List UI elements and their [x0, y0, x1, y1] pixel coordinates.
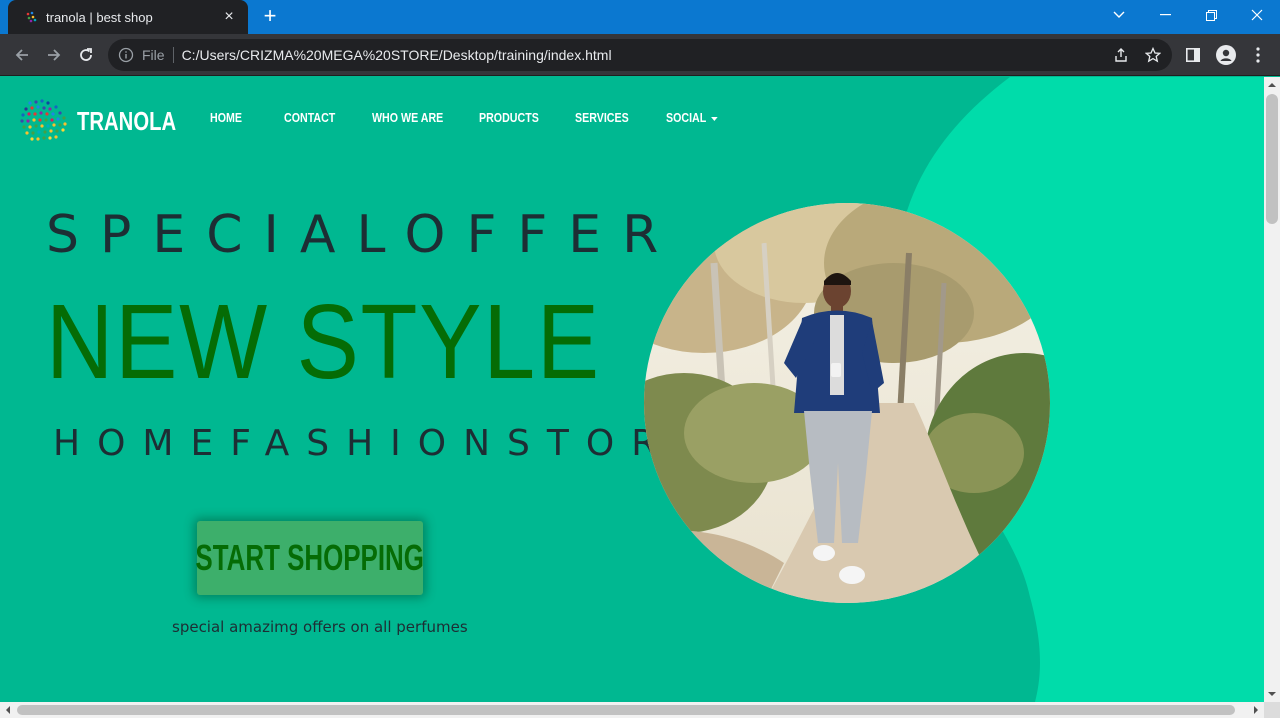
address-separator: [172, 47, 174, 63]
horizontal-scroll-thumb[interactable]: [17, 705, 1235, 715]
forward-arrow-icon[interactable]: [42, 43, 66, 67]
scroll-left-icon[interactable]: [0, 702, 16, 718]
scroll-right-icon[interactable]: [1248, 702, 1264, 718]
minimize-icon[interactable]: [1142, 0, 1188, 30]
nav-item-services[interactable]: SERVICES: [575, 110, 629, 125]
restore-icon[interactable]: [1188, 0, 1234, 30]
vertical-scroll-thumb[interactable]: [1266, 94, 1278, 224]
hero-tagline: special amazimg offers on all perfumes: [172, 618, 468, 636]
more-menu-icon[interactable]: [1246, 43, 1270, 67]
url-text[interactable]: C:/Users/CRIZMA%20MEGA%20STORE/Desktop/t…: [182, 47, 612, 63]
nav-item-social: SOCIAL: [666, 110, 707, 125]
browser-toolbar: File C:/Users/CRIZMA%20MEGA%20STORE/Desk…: [0, 34, 1280, 76]
share-icon[interactable]: [1106, 39, 1136, 71]
special-offer-heading: SPECIALOFFER: [46, 205, 680, 265]
page-viewport: TRANOLA HOME CONTACT WHO WE ARE PRODUCTS…: [0, 77, 1264, 702]
brand-logo-mark-icon: [20, 99, 67, 141]
file-scheme-label: File: [142, 47, 165, 63]
nav-item-home[interactable]: HOME: [210, 110, 242, 125]
start-shopping-button[interactable]: START SHOPPING: [195, 521, 425, 595]
scroll-up-icon[interactable]: [1264, 77, 1280, 93]
brand-name: TRANOLA: [77, 105, 177, 136]
favicon-icon: [26, 11, 37, 23]
nav-item-contact[interactable]: CONTACT: [284, 110, 335, 125]
scroll-down-icon[interactable]: [1264, 686, 1280, 702]
browser-tab[interactable]: tranola | best shop ×: [8, 0, 248, 34]
close-window-icon[interactable]: [1234, 0, 1280, 30]
hero-photo-illustration: [644, 203, 1050, 603]
nav-item-products[interactable]: PRODUCTS: [479, 110, 539, 125]
reload-icon[interactable]: [74, 43, 98, 67]
side-panel-icon[interactable]: [1181, 43, 1205, 67]
hero-subheadline: HOMEFASHIONSTORE: [53, 423, 713, 464]
nav-item-social-dropdown[interactable]: SOCIAL: [666, 110, 718, 125]
nav-item-who-we-are[interactable]: WHO WE ARE: [372, 110, 443, 125]
new-tab-icon[interactable]: +: [258, 4, 282, 28]
start-shopping-label: START SHOPPING: [195, 537, 425, 578]
horizontal-scrollbar[interactable]: [0, 702, 1264, 718]
brand-logo[interactable]: TRANOLA: [18, 97, 204, 145]
address-bar[interactable]: File C:/Users/CRIZMA%20MEGA%20STORE/Desk…: [108, 39, 1172, 71]
caret-down-icon: [711, 116, 718, 121]
back-arrow-icon[interactable]: [10, 43, 34, 67]
scrollbar-corner: [1264, 702, 1280, 718]
tab-close-icon[interactable]: ×: [220, 8, 238, 26]
hero-headline: NEW STYLE: [46, 283, 601, 401]
vertical-scrollbar[interactable]: [1264, 77, 1280, 702]
profile-icon[interactable]: [1214, 43, 1238, 67]
hero-photo: [644, 203, 1050, 603]
tab-search-icon[interactable]: [1096, 0, 1142, 30]
star-icon[interactable]: [1138, 39, 1168, 71]
tab-title: tranola | best shop: [46, 9, 153, 25]
info-icon[interactable]: [118, 47, 134, 63]
browser-titlebar: tranola | best shop × +: [0, 0, 1280, 34]
